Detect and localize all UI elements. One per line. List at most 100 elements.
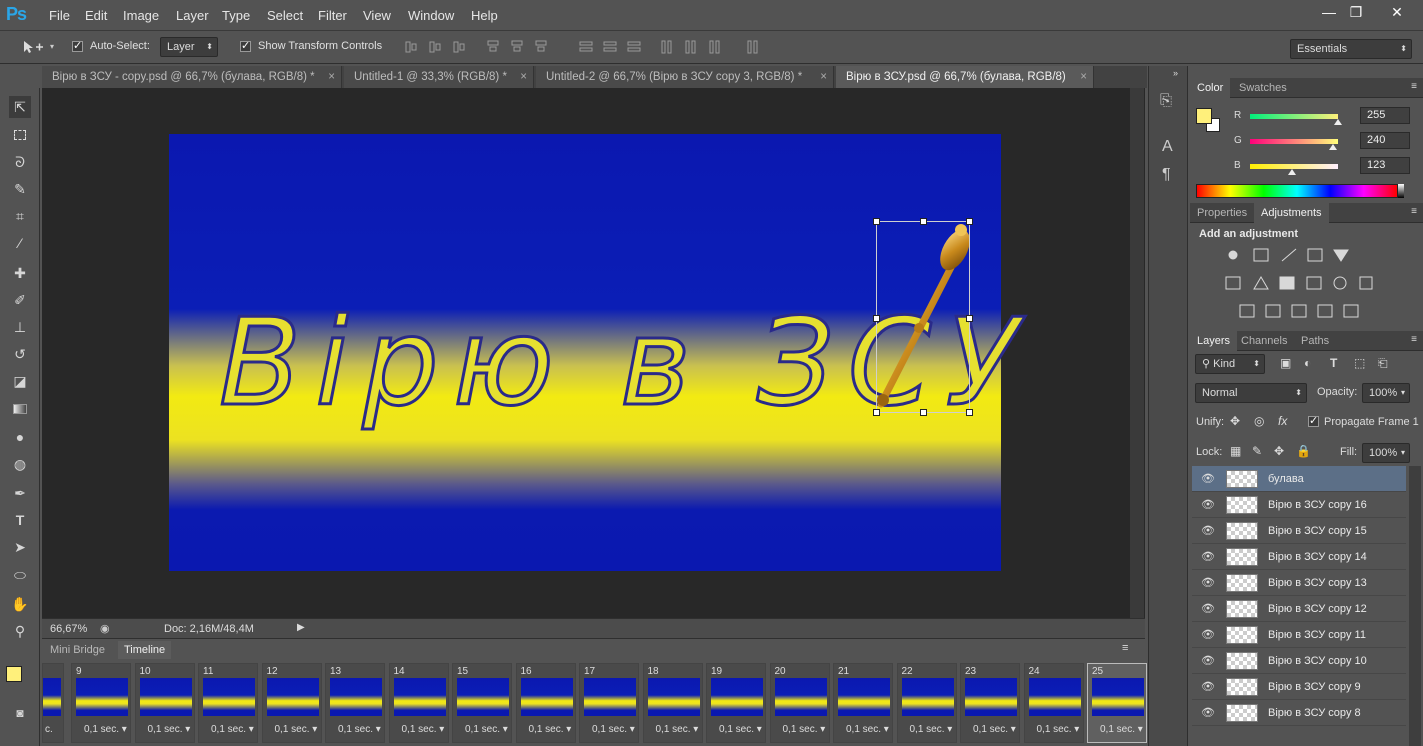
frame-delay[interactable]: 0,1 sec. ▾: [84, 724, 127, 735]
paragraph-panel-icon[interactable]: ¶: [1162, 166, 1171, 184]
layer-row[interactable]: 👁 булава: [1192, 466, 1406, 492]
clone-stamp-tool-icon[interactable]: ⊥: [9, 316, 31, 338]
unify-visibility-icon[interactable]: ◎: [1254, 414, 1264, 428]
layer-row[interactable]: 👁 Вірю в ЗСУ copy 8: [1192, 700, 1406, 726]
transform-handle[interactable]: [873, 409, 880, 416]
path-selection-tool-icon[interactable]: ➤: [9, 536, 31, 558]
visibility-eye-icon[interactable]: 👁: [1201, 576, 1215, 589]
menu-view[interactable]: View: [363, 8, 391, 23]
align-distribute-buttons[interactable]: [404, 39, 764, 55]
layer-row[interactable]: 👁 Вірю в ЗСУ copy 12: [1192, 596, 1406, 622]
visibility-eye-icon[interactable]: 👁: [1201, 550, 1215, 563]
character-panel-icon[interactable]: A: [1162, 138, 1173, 156]
tab-paths[interactable]: Paths: [1294, 331, 1336, 351]
timeline-frame[interactable]: 10 0,1 sec. ▾: [134, 663, 195, 743]
close-button[interactable]: ✕: [1378, 2, 1416, 22]
color-spectrum-bar[interactable]: [1196, 184, 1398, 198]
timeline-frame[interactable]: 13 0,1 sec. ▾: [325, 663, 385, 743]
menu-select[interactable]: Select: [267, 8, 303, 23]
timeline-frame[interactable]: 17 0,1 sec. ▾: [579, 663, 639, 743]
layer-row[interactable]: 👁 Вірю в ЗСУ copy 16: [1192, 492, 1406, 518]
menu-layer[interactable]: Layer: [176, 8, 209, 23]
status-info-icon[interactable]: ◉: [100, 622, 110, 635]
propagate-frame-checkbox[interactable]: [1308, 414, 1319, 427]
transform-handle[interactable]: [873, 315, 880, 322]
marquee-tool-icon[interactable]: [9, 124, 31, 146]
healing-brush-tool-icon[interactable]: ✚: [9, 262, 31, 284]
foreground-color-swatch[interactable]: [6, 666, 22, 682]
hand-tool-icon[interactable]: ✋: [9, 593, 31, 615]
lasso-tool-icon[interactable]: ᘐ: [9, 151, 31, 173]
timeline-frame[interactable]: 19 0,1 sec. ▾: [706, 663, 766, 743]
tab-document-2[interactable]: Untitled-1 @ 33,3% (RGB/8) * ×: [344, 66, 534, 88]
visibility-eye-icon[interactable]: 👁: [1201, 628, 1215, 641]
timeline-frame[interactable]: 16 0,1 sec. ▾: [515, 663, 576, 743]
restore-button[interactable]: ❐: [1341, 2, 1371, 22]
tab-timeline[interactable]: Timeline: [118, 641, 172, 659]
frame-delay[interactable]: 0,1 sec. ▾: [1037, 724, 1080, 735]
blue-slider[interactable]: B 123: [1234, 157, 1410, 175]
history-brush-tool-icon[interactable]: ↺: [9, 343, 31, 365]
color-panel-fg-swatch[interactable]: [1196, 108, 1212, 124]
dodge-tool-icon[interactable]: ◍: [9, 453, 31, 475]
quick-mask-icon[interactable]: ◙: [9, 702, 31, 724]
timeline-frame[interactable]: 23 0,1 sec. ▾: [960, 663, 1020, 743]
close-tab-icon[interactable]: ×: [1080, 66, 1087, 88]
layer-row[interactable]: 👁 Вірю в ЗСУ copy 11: [1192, 622, 1406, 648]
red-value[interactable]: 255: [1360, 107, 1410, 124]
blue-value[interactable]: 123: [1360, 157, 1410, 174]
timeline-frame[interactable]: 14 0,1 sec. ▾: [388, 663, 449, 743]
minimize-button[interactable]: —: [1314, 2, 1344, 22]
close-tab-icon[interactable]: ×: [520, 66, 527, 88]
visibility-eye-icon[interactable]: 👁: [1201, 706, 1215, 719]
blur-tool-icon[interactable]: ●: [9, 426, 31, 448]
pen-tool-icon[interactable]: ✒: [9, 482, 31, 504]
transform-handle[interactable]: [966, 218, 973, 225]
tool-preset-chevron-icon[interactable]: ▾: [50, 42, 54, 51]
frame-delay[interactable]: 0,1 sec. ▾: [973, 724, 1016, 735]
panel-menu-icon[interactable]: ≡: [1122, 642, 1128, 654]
brush-tool-icon[interactable]: ✐: [9, 289, 31, 311]
menu-edit[interactable]: Edit: [85, 8, 107, 23]
visibility-eye-icon[interactable]: 👁: [1201, 472, 1215, 485]
transform-handle[interactable]: [966, 409, 973, 416]
frame-delay[interactable]: 0,1 sec. ▾: [148, 724, 191, 735]
green-value[interactable]: 240: [1360, 132, 1410, 149]
red-slider[interactable]: R 255: [1234, 107, 1410, 125]
tab-channels[interactable]: Channels: [1234, 331, 1294, 351]
visibility-eye-icon[interactable]: 👁: [1201, 654, 1215, 667]
lock-all-icon[interactable]: 🔒: [1296, 444, 1311, 458]
tab-swatches[interactable]: Swatches: [1232, 78, 1294, 98]
zoom-level[interactable]: 66,67%: [50, 623, 87, 635]
opacity-field[interactable]: 100% ▾: [1362, 383, 1410, 403]
frame-delay[interactable]: 0,1 sec. ▾: [338, 724, 381, 735]
menu-type[interactable]: Type: [222, 8, 250, 23]
frame-delay[interactable]: 0,1 sec. ▾: [465, 724, 508, 735]
frame-delay[interactable]: 0,1 sec. ▾: [275, 724, 318, 735]
eyedropper-tool-icon[interactable]: ⁄: [9, 232, 31, 254]
transform-handle[interactable]: [873, 218, 880, 225]
layer-row[interactable]: 👁 Вірю в ЗСУ copy 15: [1192, 518, 1406, 544]
menu-window[interactable]: Window: [408, 8, 454, 23]
timeline-frame[interactable]: 25 0,1 sec. ▾: [1087, 663, 1147, 743]
timeline-frame[interactable]: 20 0,1 sec. ▾: [769, 663, 830, 743]
adjustment-icons-grid[interactable]: [1224, 246, 1374, 326]
frame-delay[interactable]: 0,1 sec. ▾: [211, 724, 254, 735]
timeline-frame[interactable]: 22 0,1 sec. ▾: [896, 663, 957, 743]
tab-adjustments[interactable]: Adjustments: [1254, 203, 1329, 223]
frame-delay[interactable]: 0,1 sec. ▾: [783, 724, 826, 735]
tab-document-3[interactable]: Untitled-2 @ 66,7% (Вірю в ЗСУ copy 3, R…: [536, 66, 834, 88]
timeline-frame-partial[interactable]: c.: [42, 663, 64, 743]
transform-handle[interactable]: [920, 218, 927, 225]
visibility-eye-icon[interactable]: 👁: [1201, 680, 1215, 693]
frame-delay[interactable]: 0,1 sec. ▾: [656, 724, 699, 735]
timeline-frame[interactable]: 18 0,1 sec. ▾: [642, 663, 703, 743]
visibility-eye-icon[interactable]: 👁: [1201, 524, 1215, 537]
transform-handle[interactable]: [920, 409, 927, 416]
filter-type-icon[interactable]: T: [1330, 356, 1337, 370]
lock-position-icon[interactable]: ✥: [1274, 444, 1284, 458]
layer-row[interactable]: 👁 Вірю в ЗСУ copy 9: [1192, 674, 1406, 700]
workspace-dropdown[interactable]: Essentials ⬍: [1290, 39, 1412, 59]
frame-delay[interactable]: 0,1 sec. ▾: [529, 724, 572, 735]
panel-menu-icon[interactable]: ≡: [1411, 81, 1417, 92]
